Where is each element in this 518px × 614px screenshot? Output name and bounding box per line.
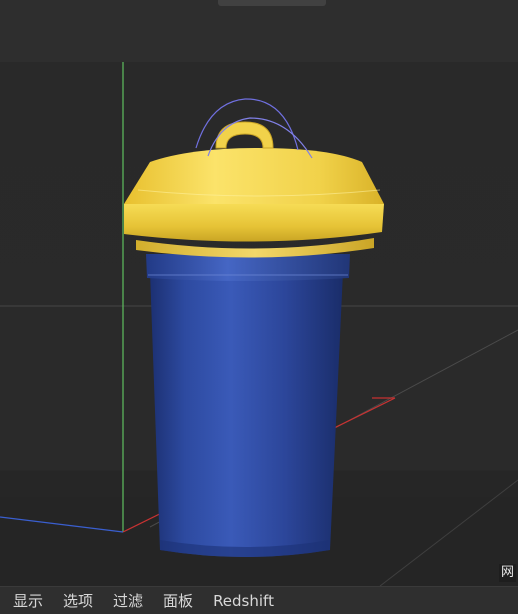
menu-panel[interactable]: 面板: [163, 587, 193, 614]
yellow-lid[interactable]: [124, 121, 384, 258]
cup-rim: [146, 254, 350, 281]
menu-redshift[interactable]: Redshift: [213, 587, 274, 614]
blue-cup[interactable]: [146, 254, 350, 557]
menu-display[interactable]: 显示: [13, 587, 43, 614]
viewport-title-clipped: [218, 0, 326, 6]
menu-options[interactable]: 选项: [63, 587, 93, 614]
viewport-corner-label[interactable]: 网: [498, 564, 516, 582]
cinema4d-viewport-window: 网 显示 选项 过滤 面板 Redshift: [0, 0, 518, 614]
menu-filter[interactable]: 过滤: [113, 587, 143, 614]
viewport-menu-bar: 显示 选项 过滤 面板 Redshift: [0, 586, 518, 614]
lid-brim: [124, 204, 384, 242]
viewport-canvas[interactable]: [0, 62, 518, 586]
cup-body: [150, 272, 343, 557]
lid-handle: [215, 121, 274, 149]
viewport-header: [0, 0, 518, 62]
3d-viewport[interactable]: 网: [0, 62, 518, 586]
